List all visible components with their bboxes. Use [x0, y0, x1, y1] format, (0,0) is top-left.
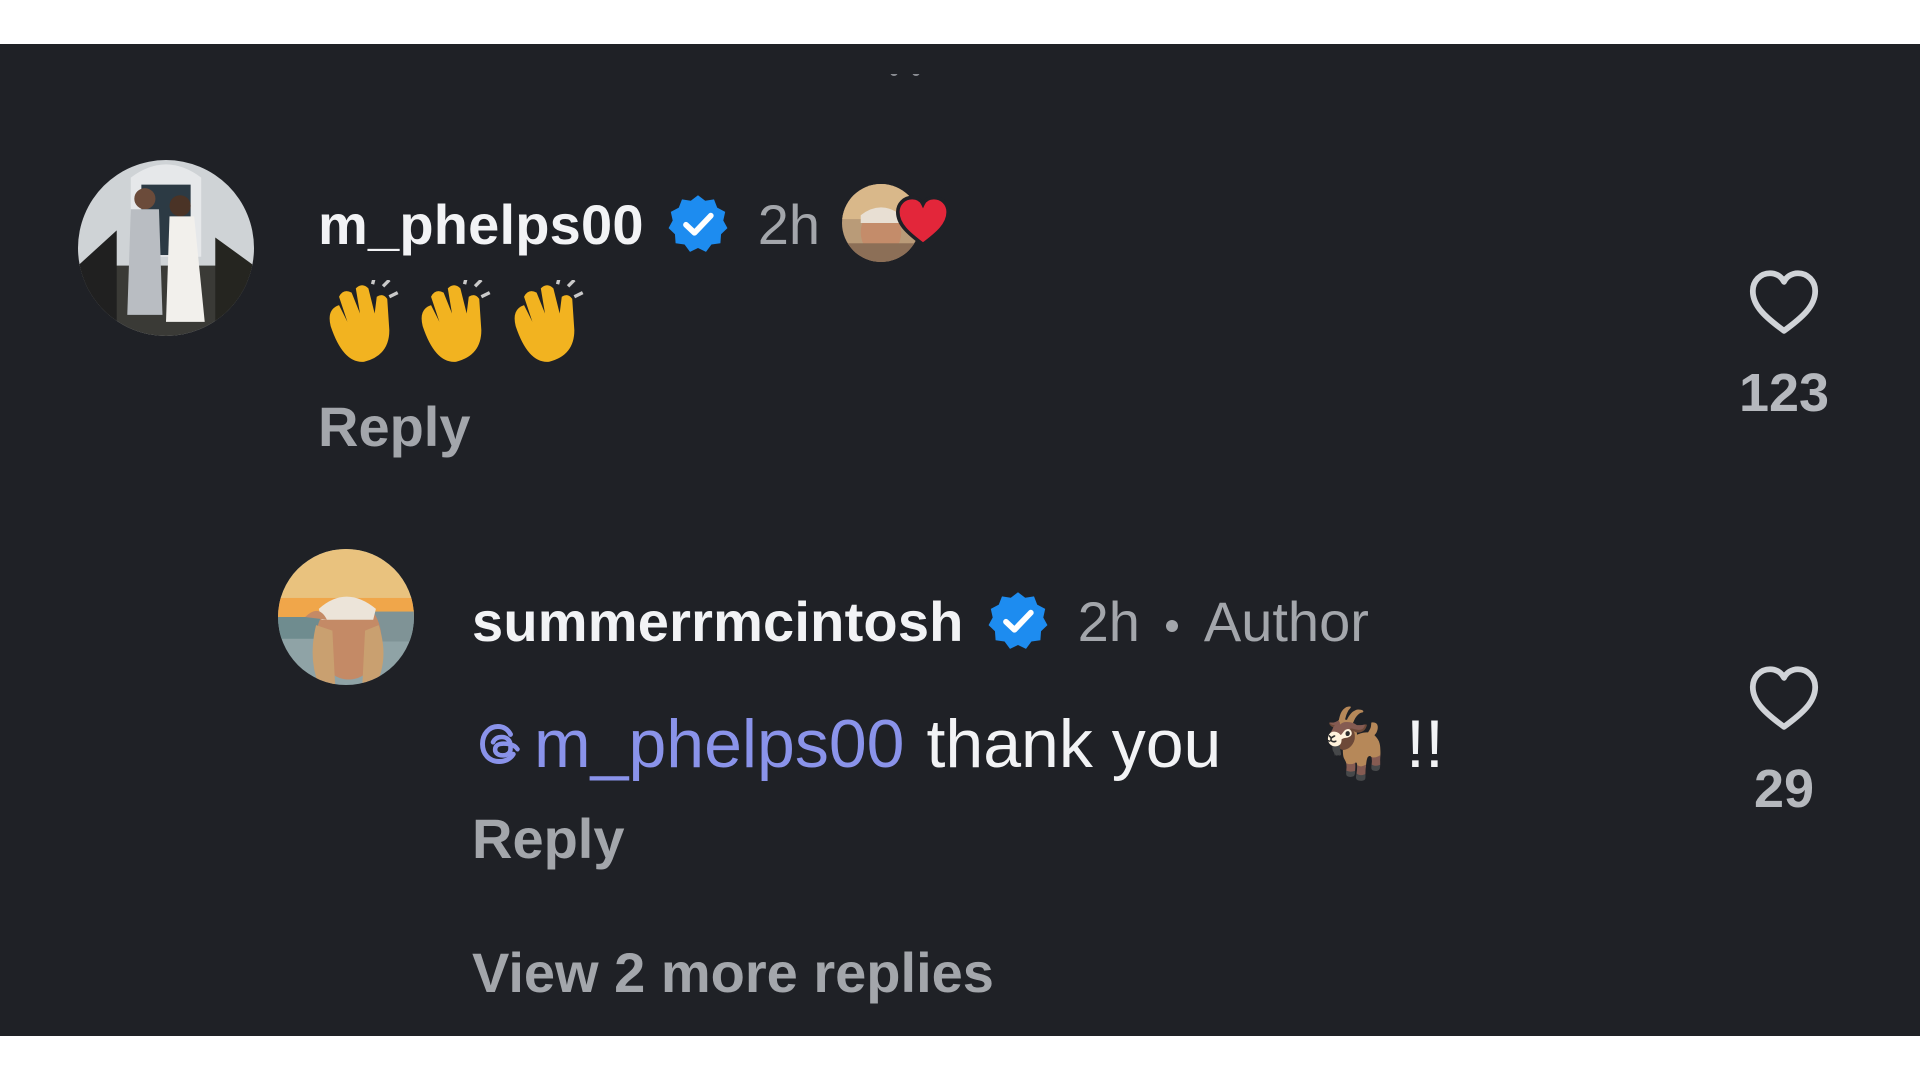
verified-badge-icon [668, 195, 728, 252]
like-control: 29 [1714, 662, 1854, 820]
view-more-replies-button[interactable]: View 2 more replies [472, 940, 994, 1005]
reply-button[interactable]: Reply [472, 806, 625, 871]
comments-panel: m_phelps00 2h Reply 123 summerrmcintosh … [0, 44, 1920, 1036]
timestamp: 2h [757, 192, 820, 256]
like-count: 29 [1753, 759, 1815, 819]
clap-emoji-icon [422, 280, 491, 362]
avatar-summerrmcintosh[interactable] [278, 549, 414, 685]
comment-body: 👏👏👏 [318, 280, 591, 376]
heart-icon[interactable] [1744, 266, 1824, 338]
comment-body: m_phelps00 thank you 🐐 !! [472, 696, 1444, 792]
comment-header: summerrmcintosh 2h Author [472, 577, 1369, 665]
username[interactable]: m_phelps00 [318, 192, 644, 257]
threads-mention-icon [480, 724, 520, 764]
like-control: 123 [1714, 266, 1854, 424]
clap-emoji-icon [514, 280, 584, 362]
username[interactable]: summerrmcintosh [472, 589, 964, 654]
previous-content-remnant [860, 74, 950, 88]
author-label: Author [1203, 589, 1369, 653]
clap-emoji-icon [329, 280, 399, 362]
comment-header: m_phelps00 2h [318, 180, 960, 268]
comment-text: thank you [926, 706, 1222, 782]
verified-badge-icon [988, 592, 1048, 649]
avatar-m_phelps00[interactable] [78, 160, 254, 336]
separator-dot [1165, 620, 1178, 632]
mention-link[interactable]: m_phelps00 [472, 705, 904, 783]
goat-emoji-icon [1249, 706, 1313, 782]
heart-icon[interactable] [1744, 662, 1824, 734]
timestamp: 2h [1077, 589, 1140, 653]
mention-username: m_phelps00 [534, 706, 905, 782]
like-count: 123 [1738, 363, 1830, 423]
reply-button[interactable]: Reply [318, 394, 471, 459]
creator-liked-badge [842, 180, 960, 268]
creator-liked-heart-icon [895, 195, 951, 247]
comment-suffix: !! [1406, 706, 1444, 782]
